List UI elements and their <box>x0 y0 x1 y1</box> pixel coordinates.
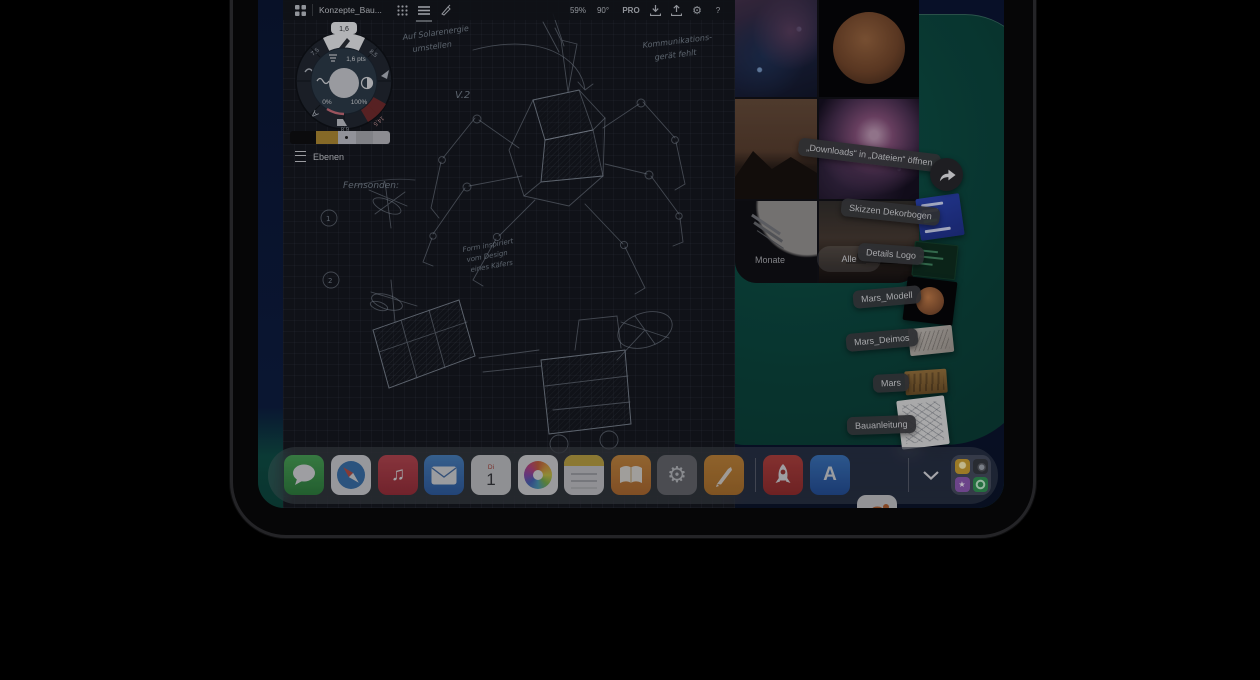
envelope-icon <box>431 466 457 485</box>
dot-grid-icon[interactable] <box>393 0 411 20</box>
appstore-a-icon: A <box>823 464 837 486</box>
photo-nebula-horsehead[interactable] <box>735 0 817 97</box>
dock-app-mail[interactable] <box>424 455 464 495</box>
import-icon[interactable] <box>647 0 663 20</box>
rocket-icon <box>770 462 796 488</box>
zoom-level[interactable]: 59% <box>565 0 591 20</box>
c-blob-icon: C <box>869 502 885 508</box>
palette-swatch-black[interactable] <box>290 131 316 144</box>
pro-badge[interactable]: PRO <box>619 0 643 20</box>
annotation-solar-line2: umstellen <box>412 40 452 54</box>
annotation-version: V.2 <box>455 90 470 101</box>
music-note-icon: ♫ <box>391 464 405 486</box>
dock-app-notes[interactable] <box>564 455 604 495</box>
drawing-canvas[interactable]: Auf Solarenergie umstellen Kommunikation… <box>283 0 735 508</box>
gear-icon: ⚙ <box>667 462 687 488</box>
photo-spacecraft[interactable] <box>735 201 817 283</box>
app-library-button[interactable]: ★ <box>951 455 991 495</box>
app-library-mini-star: ★ <box>955 477 970 492</box>
dock-app-appstore[interactable]: A <box>810 455 850 495</box>
app-library-mini-clock <box>973 477 988 492</box>
dock-app-sketch[interactable] <box>704 455 744 495</box>
thumb-mars[interactable] <box>904 369 948 396</box>
active-size-tab: 1,6 <box>339 26 349 33</box>
app-library-mini-lightbulb <box>955 459 970 474</box>
document-title[interactable]: Konzepte_Bau... <box>319 0 397 20</box>
color-preview[interactable] <box>329 68 359 98</box>
annotation-comm-line1: Kommunikations- <box>642 33 712 50</box>
annotation-probes: Fernsonden: <box>343 181 399 191</box>
export-icon[interactable] <box>668 0 684 20</box>
palette-swatch-midgray[interactable] <box>356 131 373 144</box>
stroke-width-label: 1,6 pts <box>346 56 366 63</box>
dock-app-photos[interactable] <box>518 455 558 495</box>
photo-mars-planet[interactable] <box>819 0 919 97</box>
ipad-screen: Monate Alle <box>258 0 1004 508</box>
app-library-mini-camera <box>973 459 988 474</box>
layers-menu-icon <box>295 151 306 162</box>
dock-app-music[interactable]: ♫ <box>378 455 418 495</box>
calendar-day: 1 <box>486 471 495 488</box>
rotation-value[interactable]: 90° <box>591 0 615 20</box>
dock: ♫ Di 1 ⚙ A C <box>268 447 998 504</box>
annotation-comm-line2: gerät fehlt <box>654 48 698 62</box>
open-book-icon <box>618 464 644 486</box>
dock-app-rocket[interactable] <box>763 455 803 495</box>
palette-swatch-gold[interactable] <box>316 131 338 144</box>
dock-collapse-button[interactable] <box>916 465 946 485</box>
compass-icon <box>335 459 367 491</box>
dock-divider-2 <box>908 458 909 492</box>
layers-panel-icon[interactable] <box>415 0 433 20</box>
chat-bubble-icon <box>291 463 317 487</box>
drag-label-mars[interactable]: Mars <box>873 373 910 393</box>
pen-icon <box>712 463 736 487</box>
opacity-min-label: 0% <box>322 99 332 106</box>
annotation-probe-2: 2 <box>328 277 332 285</box>
drawing-toolbar: Konzepte_Bau... 59% 90° PRO ⚙ ? <box>283 0 735 20</box>
annotation-solar-line1: Auf Solarenergie <box>401 24 469 42</box>
palette-swatch-lightgray[interactable] <box>338 131 356 144</box>
dock-app-messages[interactable] <box>284 455 324 495</box>
photos-flower-icon <box>524 461 552 489</box>
settings-gear-icon[interactable]: ⚙ <box>689 0 705 20</box>
color-palette-bar <box>290 131 390 144</box>
dock-app-c[interactable]: C <box>857 495 897 508</box>
share-button[interactable] <box>930 158 963 191</box>
share-arrow-icon <box>937 166 957 184</box>
annotation-probe-1: 1 <box>326 215 330 223</box>
palette-swatch-gray[interactable] <box>373 131 390 144</box>
drag-label-bauanleitung[interactable]: Bauanleitung <box>847 415 916 435</box>
layers-label: Ebenen <box>313 152 344 162</box>
dock-app-calendar[interactable]: Di 1 <box>471 455 511 495</box>
toolbar-separator <box>312 4 313 16</box>
dock-app-books[interactable] <box>611 455 651 495</box>
dock-app-safari[interactable] <box>331 455 371 495</box>
chevron-down-icon <box>923 471 939 480</box>
help-icon[interactable]: ? <box>710 0 726 20</box>
opacity-max-label: 100% <box>351 99 368 106</box>
dock-divider <box>755 458 756 492</box>
tool-wheel[interactable]: 1,6 7,5 8,5 14,5 6,8 A 1,6 pts 0% 100% <box>289 22 399 134</box>
dock-app-settings[interactable]: ⚙ <box>657 455 697 495</box>
pen-tool-icon[interactable] <box>437 0 455 20</box>
app-grid-icon[interactable] <box>291 0 309 20</box>
layers-button[interactable]: Ebenen <box>295 151 344 162</box>
tab-monate[interactable]: Monate <box>755 255 785 265</box>
